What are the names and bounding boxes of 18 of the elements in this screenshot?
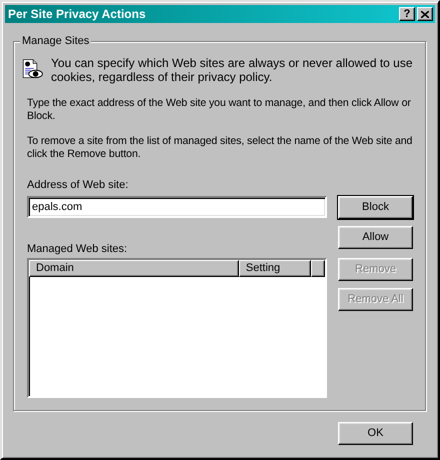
action-button[interactable]: Block [338,196,413,219]
help-button[interactable]: ? [399,7,415,21]
address-label: Address of Web site: [27,179,130,192]
address-field[interactable]: epals.com [27,196,327,218]
column-header[interactable]: Setting [238,260,311,277]
group-title: Manage Sites [20,35,92,48]
action-button[interactable]: Allow [338,226,413,249]
instruction-text: To remove a site from the list of managed sites, select the name of the Web site and click the Remove button. [27,135,413,161]
managed-sites-list[interactable]: Domain Setting [27,258,327,398]
list-label: Managed Web sites: [27,243,128,256]
action-button[interactable]: OK [338,422,413,445]
window-title: Per Site Privacy Actions [8,8,147,20]
empty-column-header [311,260,325,277]
close-button[interactable] [417,7,433,21]
instruction-text: Type the exact address of the Web site you want to manage, and then click Allow or Block. [27,97,412,123]
intro-text: You can specify which Web sites are always or never allowed to use cookies, regardless of their privacy policy. [51,56,413,84]
close-icon [421,10,429,18]
column-header[interactable]: Domain [29,260,239,277]
